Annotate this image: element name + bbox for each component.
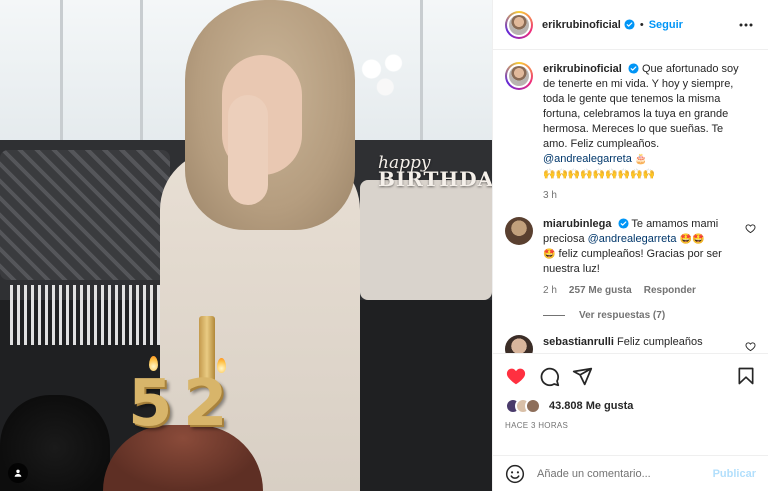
comment-bubble-icon[interactable] (539, 366, 560, 387)
verified-badge-icon (617, 218, 629, 229)
post-side-panel: erikrubinoficial • Seguir erikrubinofici… (492, 0, 768, 491)
verified-badge-icon (628, 63, 639, 74)
post-photo[interactable]: happy BIRTHDAY 5 2 (0, 0, 492, 491)
star-eyes-emoji: 🤩 (543, 249, 556, 260)
author-avatar[interactable] (505, 10, 533, 39)
paper-fringe-decoration (10, 285, 170, 345)
author-username[interactable]: erikrubinoficial (542, 19, 621, 31)
comment-item: miarubinlega Te amamos mami preciosa @an… (505, 217, 756, 298)
comment-mention[interactable]: @andrealegarreta (588, 233, 677, 245)
tagged-users-icon[interactable] (8, 463, 28, 483)
comments-list[interactable]: erikrubinoficial Que afortunado soy de t… (493, 50, 768, 353)
caption-body: Que afortunado soy de tenerte en mi vida… (543, 63, 739, 150)
cake-emoji: 🎂 (634, 154, 648, 165)
caption-text: erikrubinoficial Que afortunado soy de t… (543, 62, 756, 203)
comment-body: Feliz cumpleaños (616, 336, 703, 348)
praying-hands (228, 95, 268, 205)
save-bookmark-icon[interactable] (736, 366, 756, 386)
window-frame (140, 0, 143, 160)
raised-hands-emoji-row: 🙌🙌🙌🙌🙌🙌🙌🙌🙌 (543, 169, 656, 180)
likes-count[interactable]: 43.808 Me gusta (549, 400, 633, 412)
replies-divider (543, 315, 565, 316)
caption: erikrubinoficial Que afortunado soy de t… (505, 62, 756, 203)
star-eyes-emoji: 🤩🤩 (679, 234, 705, 245)
number-candle-two: 2 (183, 367, 228, 441)
commenter-avatar[interactable] (505, 335, 533, 353)
caption-avatar[interactable] (505, 62, 533, 90)
view-replies-button[interactable]: Ver respuestas (7) (543, 310, 756, 321)
sign-line-birthday: BIRTHDAY (378, 167, 492, 191)
like-heart-icon[interactable] (505, 365, 527, 387)
caption-mention[interactable]: @andrealegarreta (543, 153, 632, 165)
orchid-flowers (355, 45, 410, 105)
post-time[interactable]: HACE 3 HORAS (505, 421, 756, 430)
action-icons (505, 364, 756, 388)
more-options-icon[interactable] (736, 15, 756, 35)
commenter-username[interactable]: sebastianrulli (543, 336, 614, 348)
post-actions: 43.808 Me gusta HACE 3 HORAS (493, 353, 768, 455)
commenter-avatar[interactable] (505, 217, 533, 245)
window-frame (60, 0, 63, 160)
header-separator: • (639, 18, 644, 31)
comment-item: sebastianrulli Feliz cumpleaños (505, 335, 756, 353)
publish-button[interactable]: Publicar (713, 468, 756, 480)
happy-birthday-sign: happy BIRTHDAY (378, 155, 492, 191)
reply-button[interactable]: Responder (644, 283, 696, 298)
post-header: erikrubinoficial • Seguir (493, 0, 768, 50)
caption-time[interactable]: 3 h (543, 188, 557, 203)
likes-summary[interactable]: 43.808 Me gusta (505, 397, 756, 415)
patterned-cushion (0, 150, 170, 280)
comment-body-end: feliz cumpleaños! Gracias por ser nuestr… (543, 248, 722, 275)
caption-username[interactable]: erikrubinoficial (543, 63, 622, 75)
view-replies-label: Ver respuestas (7) (579, 310, 666, 321)
comment-text: sebastianrulli Feliz cumpleaños (543, 335, 756, 350)
follow-button[interactable]: Seguir (649, 19, 683, 31)
liker-avatars (505, 398, 541, 414)
comment-like-heart-icon[interactable] (745, 223, 756, 234)
comment-likes[interactable]: 257 Me gusta (569, 283, 632, 298)
emoji-picker-icon[interactable] (505, 464, 525, 484)
comment-input[interactable] (537, 467, 713, 480)
comment-text: miarubinlega Te amamos mami preciosa @an… (543, 217, 756, 298)
window-frame (420, 0, 423, 160)
comment-time[interactable]: 2 h (543, 283, 557, 298)
comment-composer: Publicar (493, 455, 768, 491)
beige-cushion (360, 180, 492, 300)
verified-badge-icon (624, 19, 635, 30)
share-paper-plane-icon[interactable] (572, 366, 593, 387)
comment-like-heart-icon[interactable] (745, 341, 756, 352)
commenter-username[interactable]: miarubinlega (543, 218, 611, 230)
number-candle-five: 5 (128, 367, 173, 441)
